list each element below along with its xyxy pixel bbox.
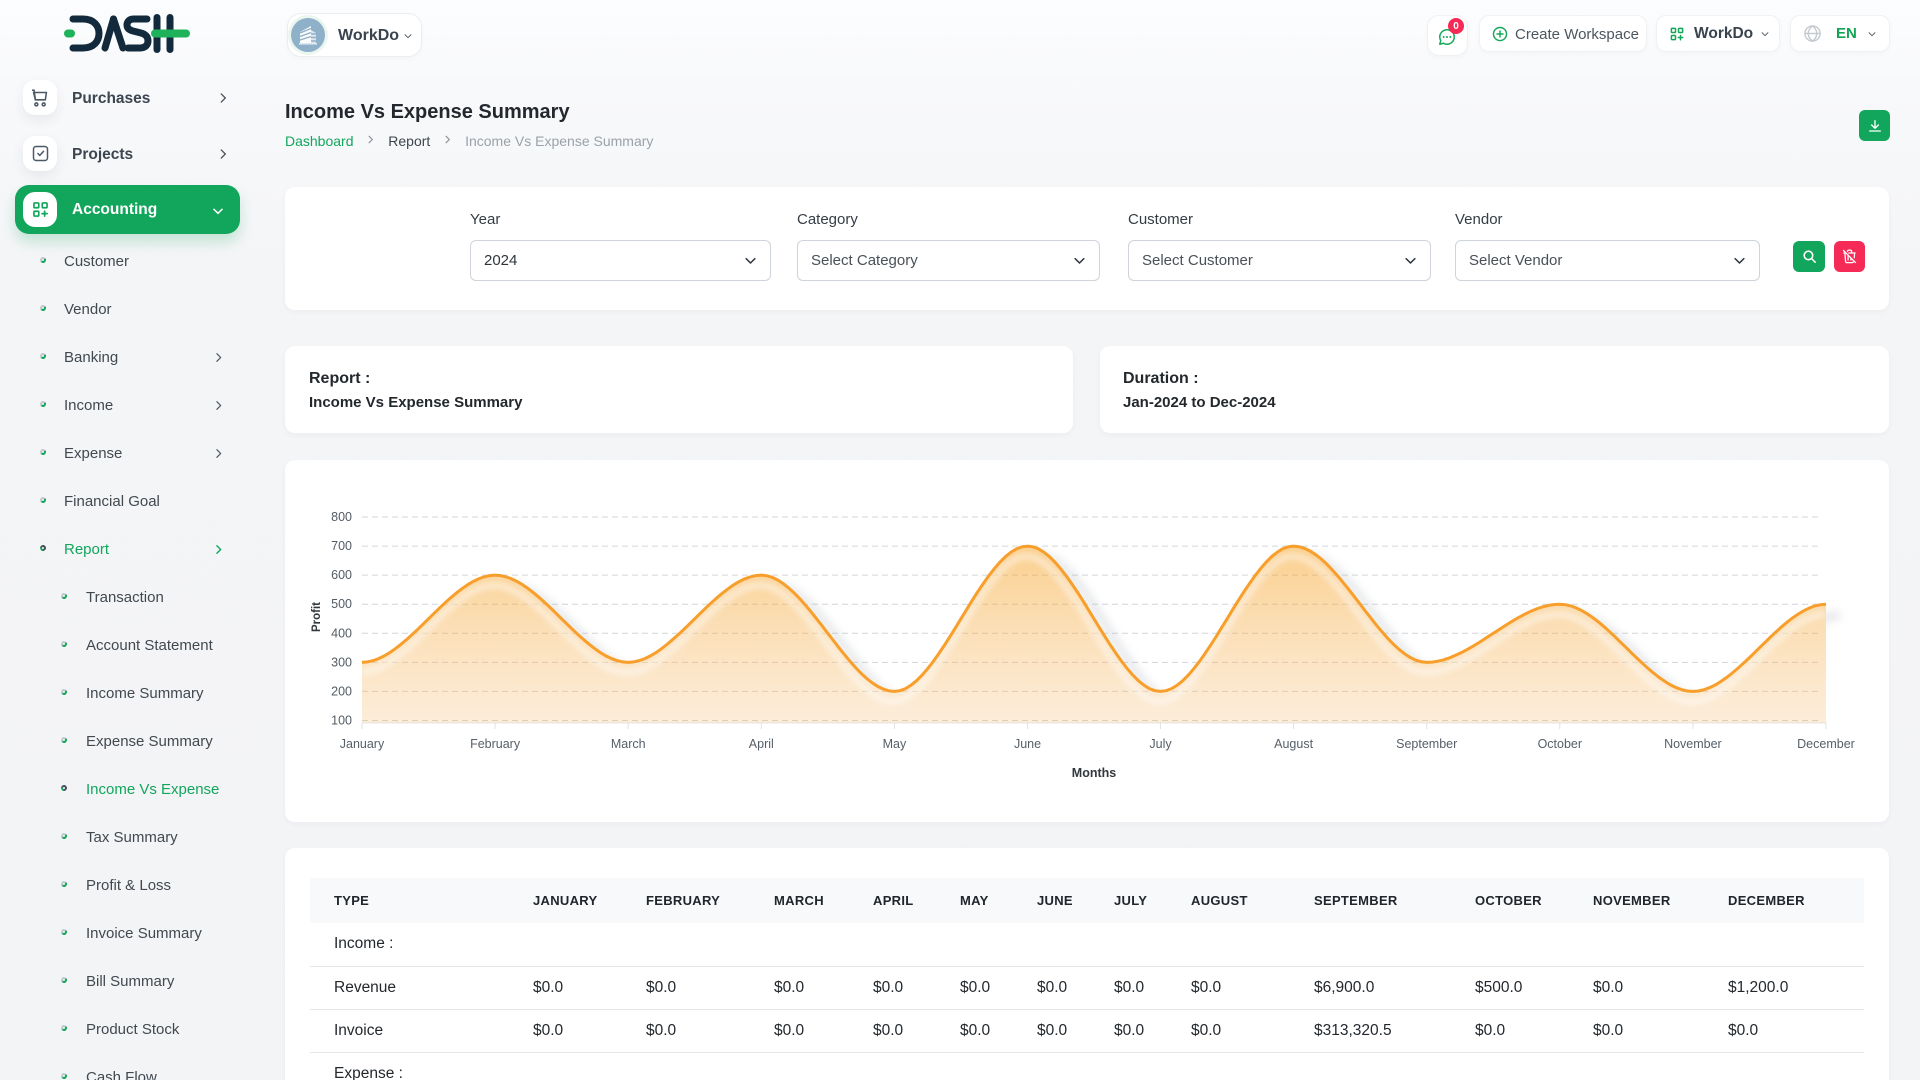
svg-text:February: February — [470, 737, 521, 751]
svg-text:300: 300 — [331, 655, 352, 669]
svg-text:April: April — [749, 737, 774, 751]
svg-text:August: August — [1274, 737, 1313, 751]
svg-text:500: 500 — [331, 597, 352, 611]
svg-text:Months: Months — [1072, 766, 1116, 780]
svg-text:600: 600 — [331, 568, 352, 582]
svg-text:Profit: Profit — [311, 602, 323, 632]
svg-text:200: 200 — [331, 684, 352, 698]
svg-text:100: 100 — [331, 714, 352, 728]
svg-text:September: September — [1396, 737, 1457, 751]
svg-text:December: December — [1797, 737, 1855, 751]
svg-text:October: October — [1538, 737, 1582, 751]
svg-text:January: January — [340, 737, 385, 751]
svg-text:March: March — [611, 737, 646, 751]
svg-text:November: November — [1664, 737, 1722, 751]
svg-text:800: 800 — [331, 510, 352, 524]
svg-text:May: May — [883, 737, 907, 751]
svg-text:400: 400 — [331, 626, 352, 640]
svg-text:July: July — [1149, 737, 1172, 751]
svg-text:700: 700 — [331, 539, 352, 553]
svg-text:June: June — [1014, 737, 1041, 751]
